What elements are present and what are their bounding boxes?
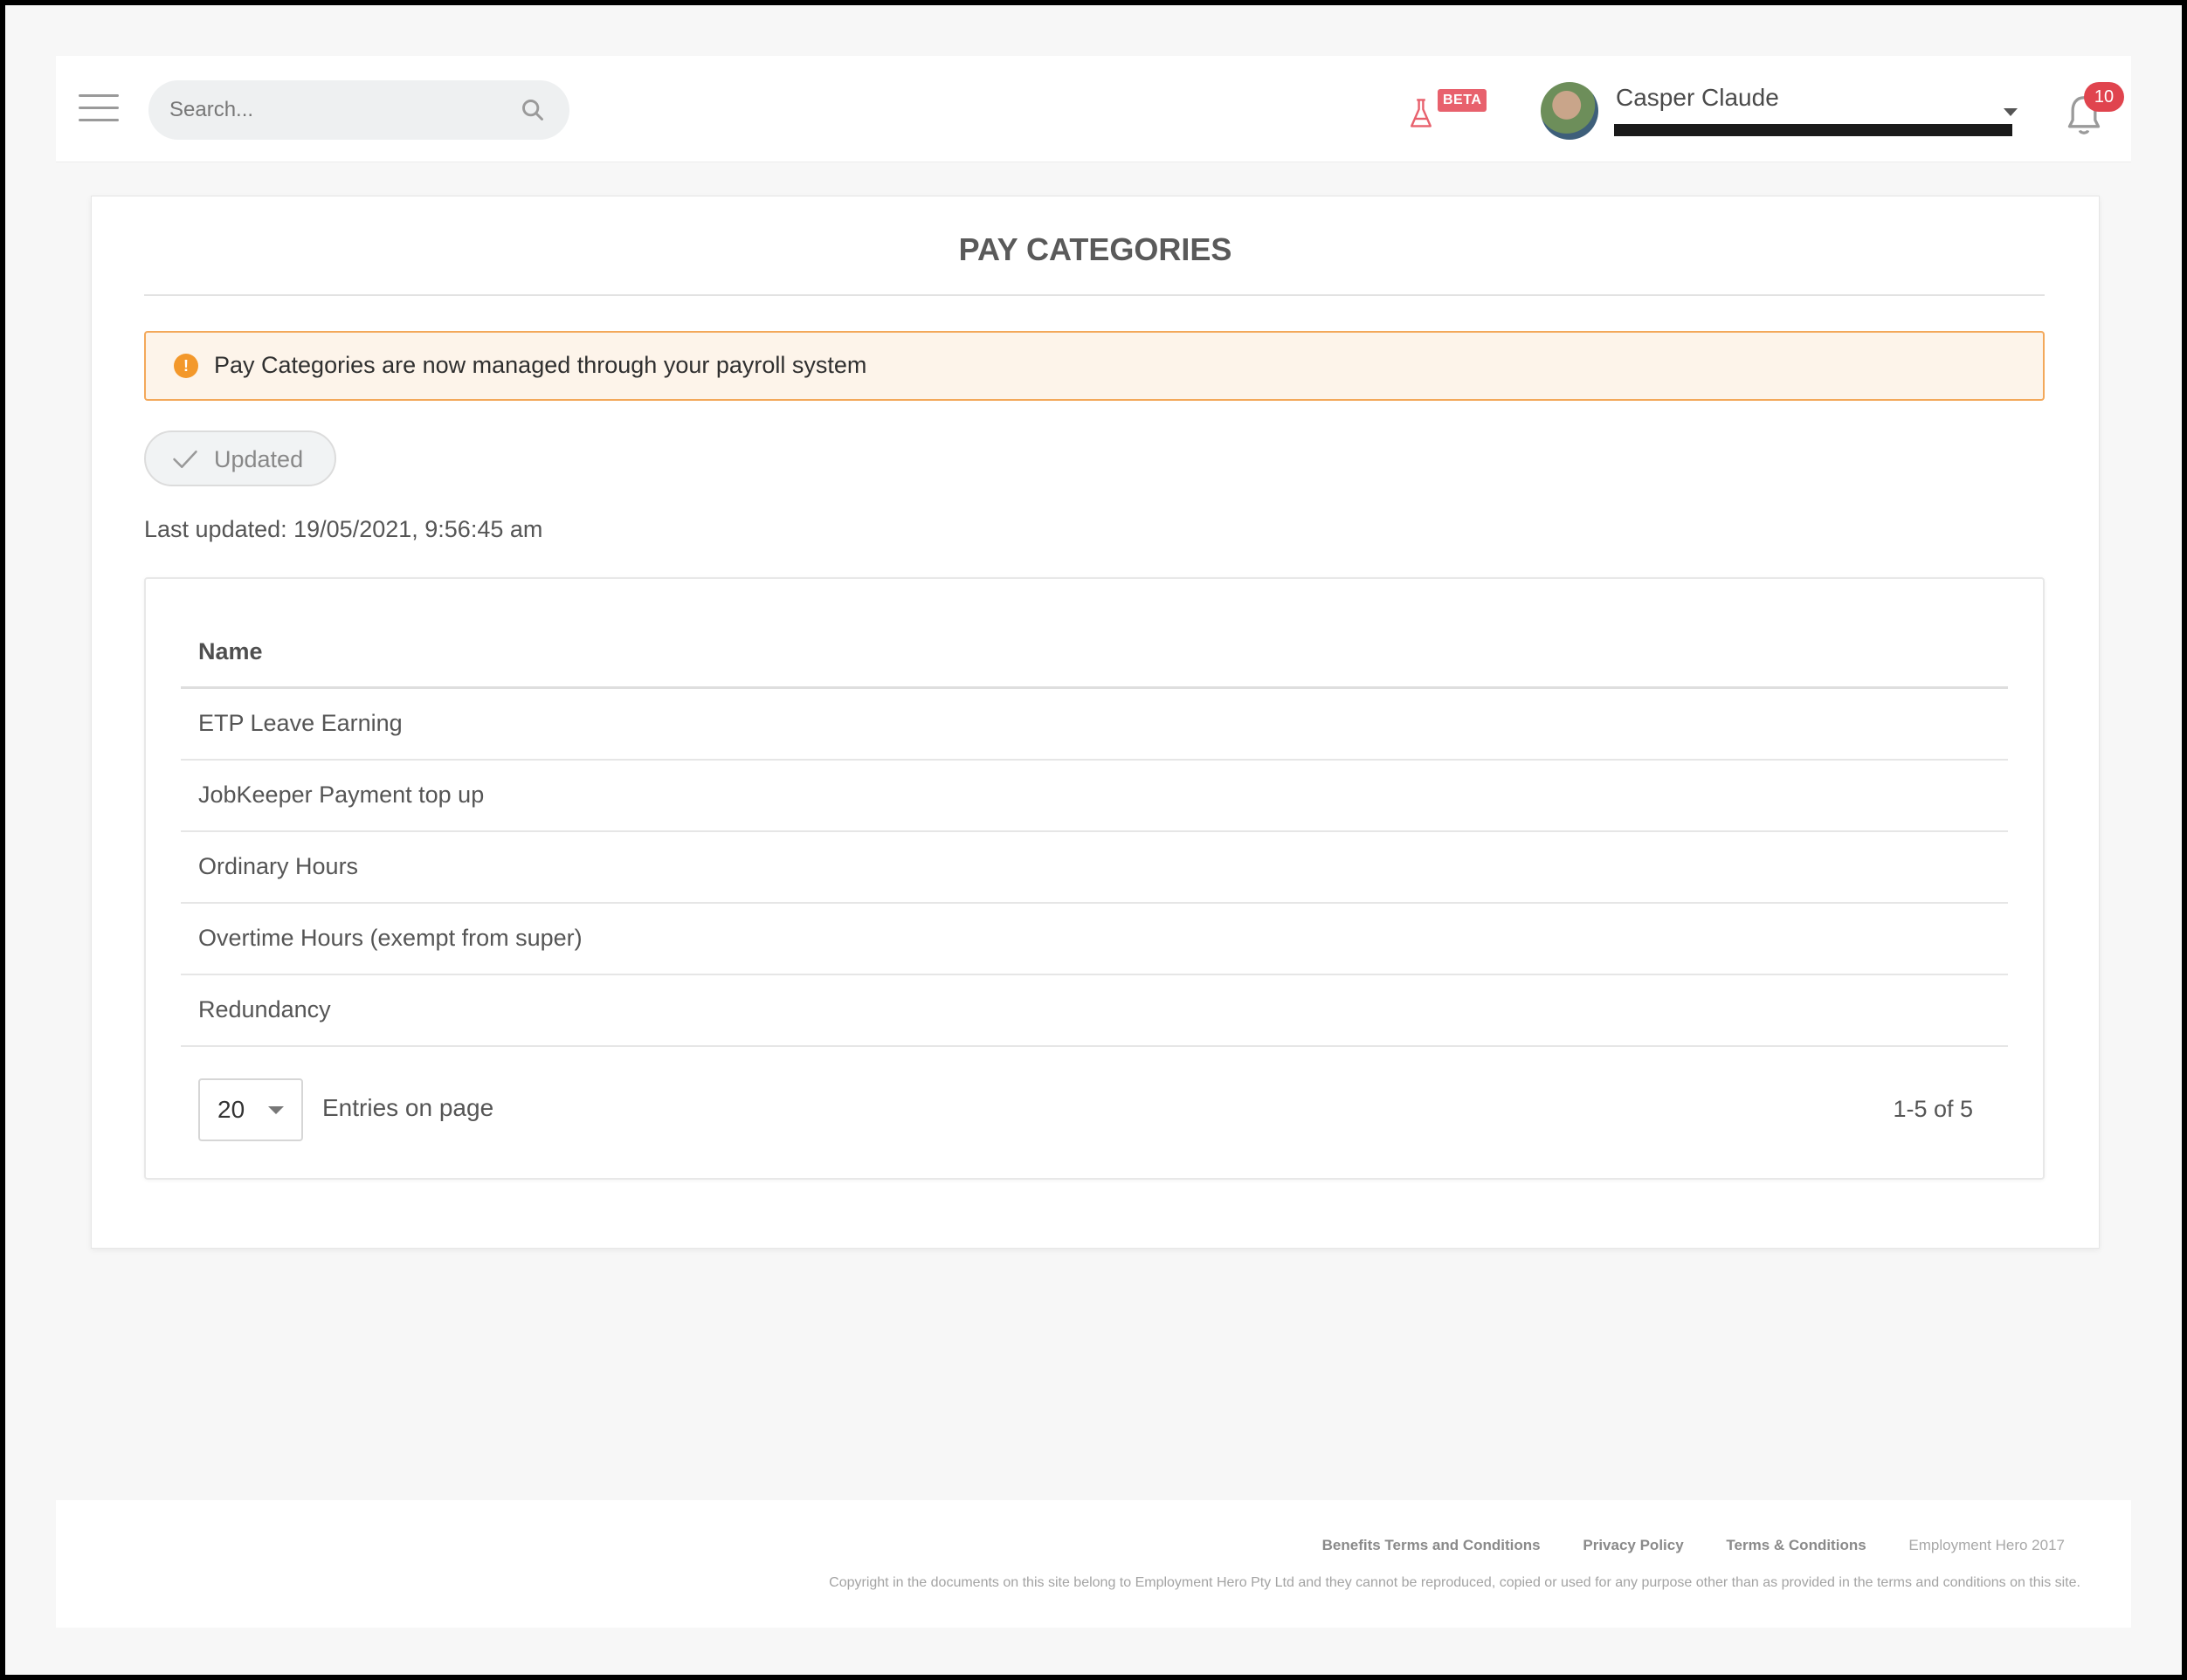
page-size-value: 20	[217, 1096, 245, 1123]
search-icon[interactable]	[521, 98, 545, 122]
user-name: Casper Claude	[1616, 84, 1779, 111]
menu-icon[interactable]	[79, 94, 119, 124]
table-row[interactable]: Ordinary Hours	[181, 832, 2008, 904]
pay-categories-table: Name ETP Leave Earning JobKeeper Payment…	[144, 577, 2045, 1180]
column-header-name: Name	[198, 638, 263, 664]
top-header: BETA Casper Claude 10	[56, 56, 2131, 162]
entries-on-page-label: Entries on page	[322, 1094, 494, 1121]
benefits-terms-link[interactable]: Benefits Terms and Conditions	[1322, 1537, 1541, 1553]
info-alert: ! Pay Categories are now managed through…	[144, 331, 2045, 401]
alert-text: Pay Categories are now managed through y…	[214, 352, 867, 378]
last-updated-text: Last updated: 19/05/2021, 9:56:45 am	[144, 516, 543, 542]
notification-count-badge: 10	[2084, 82, 2124, 112]
beta-features-button[interactable]: BETA	[1408, 87, 1492, 131]
cell-name: JobKeeper Payment top up	[198, 781, 485, 808]
chevron-down-icon	[268, 1106, 284, 1114]
terms-conditions-link[interactable]: Terms & Conditions	[1726, 1537, 1866, 1553]
notifications-button[interactable]: 10	[2061, 82, 2124, 140]
cell-name: Redundancy	[198, 996, 331, 1022]
user-menu[interactable]: Casper Claude	[1541, 75, 2030, 145]
cell-name: ETP Leave Earning	[198, 710, 403, 736]
check-icon	[173, 451, 197, 468]
chevron-down-icon[interactable]	[2004, 108, 2018, 116]
avatar	[1541, 82, 1598, 140]
app-frame: BETA Casper Claude 10 PAY CATEGORIES ! P…	[5, 5, 2182, 1675]
search-box	[148, 80, 569, 140]
search-input[interactable]	[148, 80, 569, 140]
table-row[interactable]: ETP Leave Earning	[181, 689, 2008, 761]
beta-badge: BETA	[1438, 89, 1487, 112]
cell-name: Ordinary Hours	[198, 853, 359, 879]
table-header: Name	[181, 623, 2008, 689]
table-body: ETP Leave Earning JobKeeper Payment top …	[181, 689, 2008, 1047]
table-row[interactable]: Overtime Hours (exempt from super)	[181, 904, 2008, 975]
updated-button[interactable]: Updated	[144, 430, 336, 486]
page-title: PAY CATEGORIES	[958, 231, 1232, 267]
copyright-text: Copyright in the documents on this site …	[829, 1575, 2080, 1590]
footer: Benefits Terms and Conditions Privacy Po…	[56, 1500, 2131, 1628]
page-size-select[interactable]: 20	[198, 1078, 303, 1141]
pay-categories-card: PAY CATEGORIES ! Pay Categories are now …	[91, 196, 2100, 1249]
warning-icon: !	[174, 354, 198, 378]
flask-icon	[1410, 99, 1432, 127]
title-divider	[144, 294, 2045, 296]
updated-label: Updated	[214, 446, 304, 472]
pagination-range: 1-5 of 5	[1893, 1096, 1973, 1122]
footer-links: Benefits Terms and Conditions Privacy Po…	[1284, 1537, 2065, 1554]
table-row[interactable]: JobKeeper Payment top up	[181, 761, 2008, 832]
redacted-organisation	[1614, 124, 2012, 136]
privacy-policy-link[interactable]: Privacy Policy	[1583, 1537, 1683, 1553]
table-row[interactable]: Redundancy	[181, 975, 2008, 1047]
cell-name: Overtime Hours (exempt from super)	[198, 925, 583, 951]
footer-brand: Employment Hero 2017	[1908, 1537, 2065, 1553]
